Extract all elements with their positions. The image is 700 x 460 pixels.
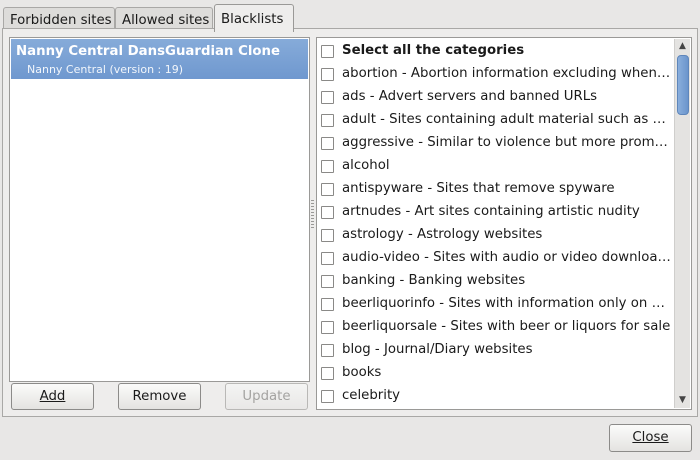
category-checkbox[interactable] bbox=[321, 390, 334, 403]
select-all-label: Select all the categories bbox=[342, 43, 525, 58]
category-checkbox[interactable] bbox=[321, 183, 334, 196]
scroll-down-icon[interactable]: ▼ bbox=[675, 393, 690, 408]
category-label: abortion - Abortion information excludin… bbox=[342, 66, 671, 81]
category-row[interactable]: audio-video - Sites with audio or video … bbox=[317, 247, 673, 270]
update-button-label: Update bbox=[242, 389, 291, 404]
category-row[interactable]: alcohol bbox=[317, 155, 673, 178]
category-row[interactable]: artnudes - Art sites containing artistic… bbox=[317, 201, 673, 224]
blacklist-item-version: Nanny Central (version : 19) bbox=[27, 63, 184, 76]
category-label: aggressive - Similar to violence but mor… bbox=[342, 135, 671, 150]
blacklist-item-title: Nanny Central DansGuardian Clone bbox=[16, 44, 281, 59]
category-checkbox[interactable] bbox=[321, 91, 334, 104]
category-label: books bbox=[342, 365, 382, 380]
close-button[interactable]: Close bbox=[609, 424, 692, 452]
category-label: beerliquorsale - Sites with beer or liqu… bbox=[342, 319, 671, 334]
select-all-row[interactable]: Select all the categories bbox=[317, 40, 673, 63]
blacklist-item-selected[interactable]: Nanny Central DansGuardian Clone Nanny C… bbox=[11, 39, 308, 79]
category-label: antispyware - Sites that remove spyware bbox=[342, 181, 615, 196]
categories-list[interactable]: Select all the categories abortion - Abo… bbox=[316, 37, 692, 410]
category-checkbox[interactable] bbox=[321, 321, 334, 334]
category-checkbox[interactable] bbox=[321, 114, 334, 127]
category-label: audio-video - Sites with audio or video … bbox=[342, 250, 671, 265]
category-label: artnudes - Art sites containing artistic… bbox=[342, 204, 640, 219]
category-label: ads - Advert servers and banned URLs bbox=[342, 89, 598, 104]
category-label: alcohol bbox=[342, 158, 390, 173]
remove-button-label: Remove bbox=[132, 389, 187, 404]
add-button[interactable]: Add bbox=[11, 383, 94, 410]
select-all-checkbox[interactable] bbox=[321, 45, 334, 58]
category-row[interactable]: astrology - Astrology websites bbox=[317, 224, 673, 247]
category-checkbox[interactable] bbox=[321, 252, 334, 265]
pane-resize-handle[interactable] bbox=[311, 200, 314, 230]
tab-allowed-sites[interactable]: Allowed sites bbox=[115, 7, 213, 30]
category-row[interactable]: adult - Sites containing adult material … bbox=[317, 109, 673, 132]
category-row[interactable]: ads - Advert servers and banned URLs bbox=[317, 86, 673, 109]
category-row[interactable]: books bbox=[317, 362, 673, 385]
category-label: beerliquorinfo - Sites with information … bbox=[342, 296, 671, 311]
category-row[interactable]: beerliquorinfo - Sites with information … bbox=[317, 293, 673, 316]
remove-button[interactable]: Remove bbox=[118, 383, 201, 410]
category-checkbox[interactable] bbox=[321, 367, 334, 380]
category-row[interactable]: celebrity bbox=[317, 385, 673, 408]
category-label: blog - Journal/Diary websites bbox=[342, 342, 533, 357]
scroll-up-icon[interactable]: ▲ bbox=[675, 39, 690, 54]
category-row[interactable]: beerliquorsale - Sites with beer or liqu… bbox=[317, 316, 673, 339]
close-button-label: Close bbox=[632, 430, 669, 445]
update-button[interactable]: Update bbox=[225, 383, 308, 410]
add-button-label: Add bbox=[39, 389, 66, 404]
tab-blacklists[interactable]: Blacklists bbox=[214, 4, 294, 32]
scrollbar-thumb[interactable] bbox=[677, 55, 689, 115]
category-row[interactable]: aggressive - Similar to violence but mor… bbox=[317, 132, 673, 155]
category-checkbox[interactable] bbox=[321, 68, 334, 81]
category-checkbox[interactable] bbox=[321, 229, 334, 242]
category-label: adult - Sites containing adult material … bbox=[342, 112, 671, 127]
category-label: astrology - Astrology websites bbox=[342, 227, 543, 242]
category-label: celebrity bbox=[342, 388, 401, 403]
category-checkbox[interactable] bbox=[321, 344, 334, 357]
tab-forbidden-sites[interactable]: Forbidden sites bbox=[3, 7, 115, 30]
category-checkbox[interactable] bbox=[321, 298, 334, 311]
category-checkbox[interactable] bbox=[321, 275, 334, 288]
category-checkbox[interactable] bbox=[321, 160, 334, 173]
category-row[interactable]: blog - Journal/Diary websites bbox=[317, 339, 673, 362]
category-row[interactable]: banking - Banking websites bbox=[317, 270, 673, 293]
category-label: banking - Banking websites bbox=[342, 273, 526, 288]
category-row[interactable]: abortion - Abortion information excludin… bbox=[317, 63, 673, 86]
category-checkbox[interactable] bbox=[321, 206, 334, 219]
categories-scrollbar[interactable]: ▲ ▼ bbox=[674, 39, 690, 408]
category-row[interactable]: antispyware - Sites that remove spyware bbox=[317, 178, 673, 201]
blacklist-list[interactable]: Nanny Central DansGuardian Clone Nanny C… bbox=[9, 37, 310, 382]
category-checkbox[interactable] bbox=[321, 137, 334, 150]
